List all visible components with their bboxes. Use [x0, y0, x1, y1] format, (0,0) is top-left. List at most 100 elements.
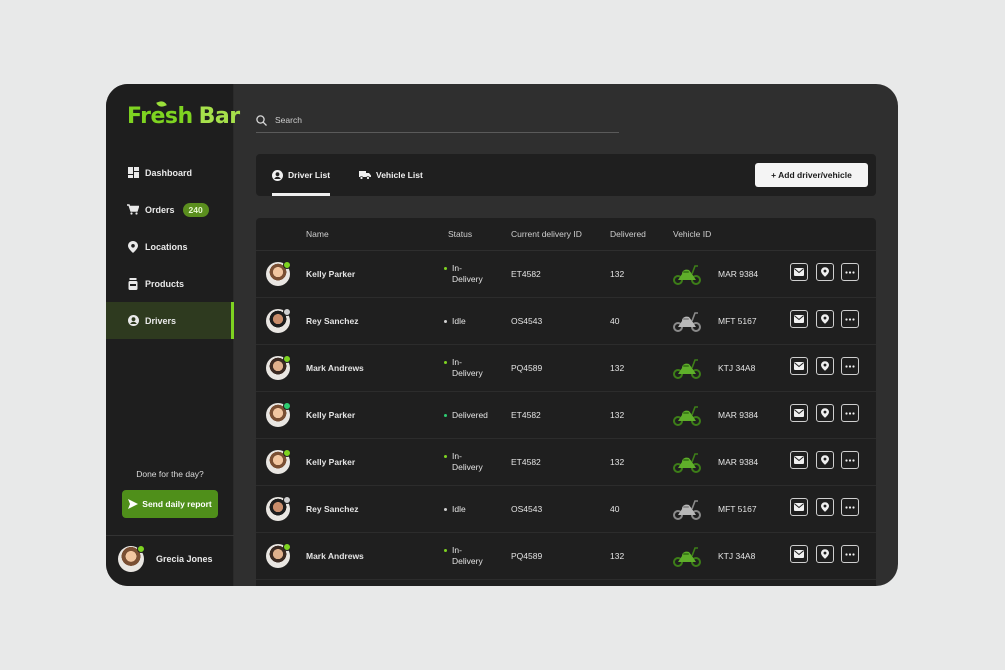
- search-input[interactable]: Search: [256, 108, 619, 133]
- location-pin-icon: [821, 408, 829, 418]
- more-options-button[interactable]: [841, 357, 859, 375]
- locate-button[interactable]: [816, 404, 834, 422]
- location-pin-icon: [821, 267, 829, 277]
- more-options-button[interactable]: [841, 263, 859, 281]
- send-daily-report-label: Send daily report: [142, 499, 212, 509]
- status-dot-icon: [283, 261, 291, 269]
- delivery-id: OS4543: [511, 316, 543, 326]
- status-indicator-icon: [444, 319, 447, 323]
- more-options-button[interactable]: [841, 498, 859, 516]
- delivery-id: PQ4589: [511, 551, 543, 561]
- status-cell: Idle: [444, 486, 488, 532]
- table-row[interactable]: Kelly Parker In-Delivery ET4582 132 MAR …: [256, 251, 876, 298]
- message-button[interactable]: [790, 404, 808, 422]
- drivers-table: Name Status Current delivery ID Delivere…: [256, 218, 876, 586]
- tab-vehicle-list[interactable]: Vehicle List: [359, 154, 423, 196]
- column-header-status[interactable]: Status: [448, 229, 472, 239]
- sidebar-item-label: Drivers: [145, 315, 177, 326]
- mail-icon: [794, 315, 804, 323]
- table-header: Name Status Current delivery ID Delivere…: [256, 218, 876, 251]
- sidebar-item-locations[interactable]: Locations: [106, 228, 234, 265]
- location-pin-icon: [821, 314, 829, 324]
- more-options-button[interactable]: [841, 451, 859, 469]
- column-header-delivered[interactable]: Delivered: [610, 229, 646, 239]
- table-row[interactable]: Kelly Parker In-Delivery ET4582 132 MAR …: [256, 439, 876, 486]
- table-row[interactable]: Kelly Parker Delivered ET4582 132 MAR 93…: [256, 392, 876, 439]
- search-icon: [256, 114, 267, 126]
- avatar: [118, 545, 145, 572]
- status-text: In-Delivery: [452, 263, 483, 284]
- message-button[interactable]: [790, 451, 808, 469]
- vehicle-id: MFT 5167: [718, 316, 757, 326]
- send-daily-report-button[interactable]: Send daily report: [122, 490, 218, 518]
- table-body: Kelly Parker In-Delivery ET4582 132 MAR …: [256, 251, 876, 580]
- status-cell: In-Delivery: [444, 345, 488, 391]
- delivery-id: ET4582: [511, 269, 541, 279]
- scooter-icon: [672, 392, 702, 438]
- delivered-count: 40: [610, 504, 620, 514]
- vehicle-id: MFT 5167: [718, 504, 757, 514]
- sidebar-item-dashboard[interactable]: Dashboard: [106, 154, 234, 191]
- more-options-button[interactable]: [841, 310, 859, 328]
- vehicle-id: MAR 9384: [718, 457, 759, 467]
- status-dot-icon: [283, 308, 291, 316]
- ellipsis-icon: [845, 317, 855, 321]
- status-dot-icon: [283, 496, 291, 504]
- tab-label: Driver List: [288, 170, 331, 180]
- delivered-count: 132: [610, 410, 625, 420]
- locate-button[interactable]: [816, 263, 834, 281]
- table-row[interactable]: Mark Andrews In-Delivery PQ4589 132 KTJ …: [256, 345, 876, 392]
- scooter-icon: [672, 345, 702, 391]
- driver-name: Mark Andrews: [306, 363, 364, 373]
- status-cell: In-Delivery: [444, 251, 488, 297]
- more-options-button[interactable]: [841, 545, 859, 563]
- table-row[interactable]: Rey Sanchez Idle OS4543 40 MFT 5167: [256, 298, 876, 345]
- column-header-delivery-id[interactable]: Current delivery ID: [511, 229, 582, 239]
- sidebar-item-orders[interactable]: Orders 240: [106, 191, 234, 228]
- orders-count-badge: 240: [182, 202, 209, 217]
- column-header-name[interactable]: Name: [306, 229, 329, 239]
- sidebar-item-label: Orders: [145, 204, 175, 215]
- sidebar-item-label: Products: [145, 278, 185, 289]
- more-options-button[interactable]: [841, 404, 859, 422]
- status-text: Idle: [452, 315, 466, 326]
- locate-button[interactable]: [816, 545, 834, 563]
- sidebar-item-label: Locations: [145, 241, 188, 252]
- locate-button[interactable]: [816, 498, 834, 516]
- table-row[interactable]: Rey Sanchez Idle OS4543 40 MFT 5167: [256, 486, 876, 533]
- mail-icon: [794, 362, 804, 370]
- message-button[interactable]: [790, 498, 808, 516]
- brand-logo[interactable]: Fresh Bar: [127, 99, 240, 129]
- locate-button[interactable]: [816, 357, 834, 375]
- jar-icon: [127, 277, 139, 290]
- add-driver-vehicle-button[interactable]: + Add driver/vehicle: [755, 163, 868, 187]
- status-indicator-icon: [444, 361, 447, 364]
- avatar: [266, 543, 291, 568]
- status-cell: In-Delivery: [444, 439, 488, 485]
- current-user[interactable]: Grecia Jones: [118, 545, 213, 572]
- message-button[interactable]: [790, 545, 808, 563]
- search-placeholder: Search: [275, 115, 302, 125]
- mail-icon: [794, 503, 804, 511]
- delivery-id: ET4582: [511, 410, 541, 420]
- truck-icon: [359, 171, 371, 180]
- location-pin-icon: [821, 549, 829, 559]
- avatar: [266, 449, 291, 474]
- driver-name: Kelly Parker: [306, 410, 356, 420]
- message-button[interactable]: [790, 263, 808, 281]
- person-circle-icon: [272, 169, 283, 181]
- sidebar-item-drivers[interactable]: Drivers: [106, 302, 234, 339]
- column-header-vehicle-id[interactable]: Vehicle ID: [673, 229, 711, 239]
- locate-button[interactable]: [816, 310, 834, 328]
- avatar: [266, 402, 291, 427]
- message-button[interactable]: [790, 357, 808, 375]
- driver-name: Kelly Parker: [306, 269, 356, 279]
- sidebar-item-products[interactable]: Products: [106, 265, 234, 302]
- tab-driver-list[interactable]: Driver List: [272, 154, 331, 196]
- scooter-icon: [672, 251, 702, 297]
- vehicle-id: KTJ 34A8: [718, 363, 756, 373]
- locate-button[interactable]: [816, 451, 834, 469]
- table-row[interactable]: Mark Andrews In-Delivery PQ4589 132 KTJ …: [256, 533, 876, 580]
- message-button[interactable]: [790, 310, 808, 328]
- delivered-count: 132: [610, 363, 625, 373]
